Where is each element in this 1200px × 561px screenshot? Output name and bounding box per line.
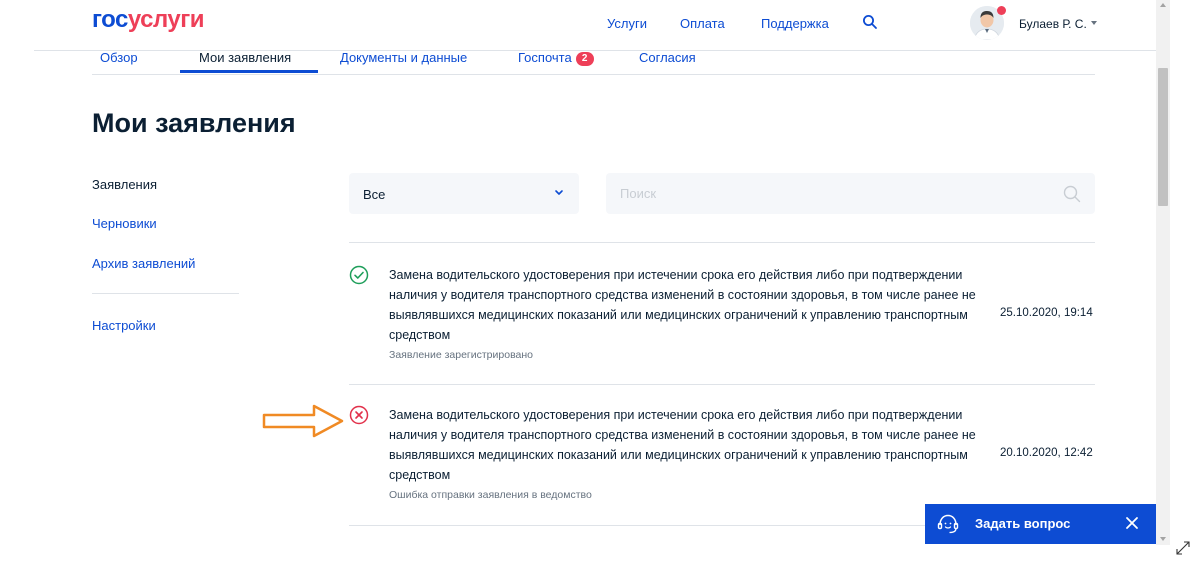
sidebar-item-settings[interactable]: Настройки (92, 318, 156, 333)
nav-payment-link[interactable]: Оплата (680, 16, 725, 31)
error-circle-icon (349, 405, 369, 425)
support-chat-icon (937, 514, 959, 534)
logo-part2: услуги (127, 6, 205, 33)
filter-selected-value: Все (363, 187, 386, 202)
list-divider (349, 242, 1095, 243)
application-status: Ошибка отправки заявления в ведомство (389, 489, 592, 501)
application-date: 20.10.2020, 12:42 (1000, 447, 1093, 459)
search-icon[interactable] (862, 14, 878, 30)
chevron-down-icon (555, 190, 563, 195)
close-icon[interactable] (1125, 516, 1139, 530)
tab-consents[interactable]: Согласия (639, 50, 696, 66)
nav-services-link[interactable]: Услуги (607, 16, 647, 31)
check-circle-icon (349, 265, 369, 285)
tab-overview[interactable]: Обзор (100, 50, 138, 66)
search-icon[interactable] (1063, 185, 1081, 203)
application-date: 25.10.2020, 19:14 (1000, 307, 1093, 319)
annotation-arrow-icon (262, 404, 344, 438)
nav-support-link[interactable]: Поддержка (761, 16, 829, 31)
application-item[interactable]: Замена водительского удостоверения при и… (349, 265, 1095, 385)
active-tab-indicator (180, 70, 318, 73)
sidebar-item-applications[interactable]: Заявления (92, 177, 157, 192)
sidebar-item-archive[interactable]: Архив заявлений (92, 256, 195, 271)
chevron-down-icon[interactable] (1091, 21, 1097, 25)
page: госуслуги Услуги Оплата Поддержка Булаев… (0, 0, 1158, 561)
sidebar-divider (92, 293, 239, 294)
tab-gospochta[interactable]: Госпочта 2 (518, 50, 594, 66)
application-title[interactable]: Замена водительского удостоверения при и… (389, 405, 989, 485)
scroll-up-arrow-icon[interactable] (1160, 3, 1166, 7)
search-field[interactable] (606, 173, 1095, 214)
ask-question-label: Задать вопрос (975, 516, 1071, 531)
user-name[interactable]: Булаев Р. С. (1019, 17, 1087, 31)
page-title: Мои заявления (92, 108, 296, 138)
notification-dot (997, 6, 1006, 15)
application-status: Заявление зарегистрировано (389, 349, 534, 361)
unread-badge: 2 (575, 52, 594, 66)
sidebar-item-drafts[interactable]: Черновики (92, 216, 157, 231)
application-title[interactable]: Замена водительского удостоверения при и… (389, 265, 989, 345)
status-filter-select[interactable]: Все (349, 173, 579, 214)
gosuslugi-logo[interactable]: госуслуги (92, 6, 205, 34)
scroll-down-arrow-icon[interactable] (1160, 537, 1166, 541)
expand-icon[interactable] (1175, 540, 1191, 556)
ask-question-widget[interactable]: Задать вопрос (925, 504, 1158, 544)
search-input[interactable] (606, 173, 1046, 214)
scrollbar-thumb[interactable] (1158, 68, 1168, 206)
list-divider (349, 384, 1095, 385)
tab-documents[interactable]: Документы и данные (340, 50, 467, 66)
tab-my-applications[interactable]: Мои заявления (199, 50, 291, 66)
header: госуслуги Услуги Оплата Поддержка Булаев… (0, 0, 1156, 52)
tab-gospochta-label: Госпочта (518, 50, 572, 65)
logo-part1: гос (92, 6, 128, 33)
